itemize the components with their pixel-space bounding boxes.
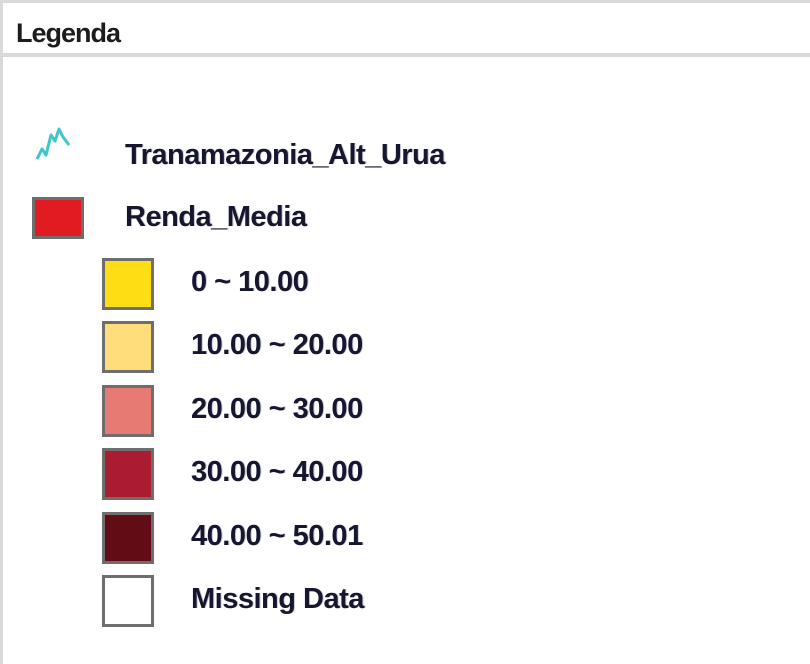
legend-class-row[interactable]: Missing Data xyxy=(3,575,603,627)
layer-label: Renda_Media xyxy=(125,201,307,233)
class-color-swatch xyxy=(102,385,154,437)
class-label: 40.00 ~ 50.01 xyxy=(191,520,363,552)
class-label: 10.00 ~ 20.00 xyxy=(191,329,363,361)
class-color-swatch xyxy=(102,258,154,310)
class-color-swatch xyxy=(102,575,154,627)
layer-label: Tranamazonia_Alt_Urua xyxy=(125,139,445,171)
class-color-swatch xyxy=(102,512,154,564)
legend-panel: Legenda Tranamazonia_Alt_Urua Renda_Medi… xyxy=(0,0,810,664)
class-color-swatch xyxy=(102,321,154,373)
line-layer-icon xyxy=(35,127,71,160)
legend-class-row[interactable]: 40.00 ~ 50.01 xyxy=(3,512,603,564)
class-color-swatch xyxy=(102,448,154,500)
legend-class-row[interactable]: 30.00 ~ 40.00 xyxy=(3,448,603,500)
polygon-layer-icon xyxy=(32,197,84,239)
class-label: 0 ~ 10.00 xyxy=(191,266,309,298)
legend-title: Legenda xyxy=(16,18,121,48)
legend-class-row[interactable]: 0 ~ 10.00 xyxy=(3,258,603,310)
class-label: 20.00 ~ 30.00 xyxy=(191,393,363,425)
legend-layer-row[interactable]: Tranamazonia_Alt_Urua xyxy=(3,127,603,177)
legend-class-row[interactable]: 10.00 ~ 20.00 xyxy=(3,321,603,373)
class-label: Missing Data xyxy=(191,583,364,615)
legend-class-row[interactable]: 20.00 ~ 30.00 xyxy=(3,385,603,437)
class-label: 30.00 ~ 40.00 xyxy=(191,456,363,488)
legend-titlebar: Legenda xyxy=(3,11,810,57)
legend-layer-row[interactable]: Renda_Media xyxy=(3,195,603,239)
